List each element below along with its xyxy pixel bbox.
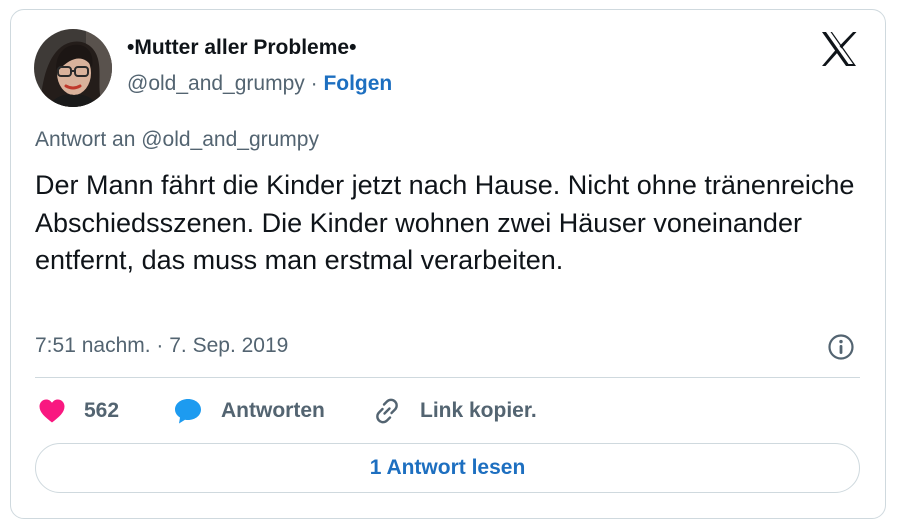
x-logo-icon[interactable] [820,30,858,68]
info-icon[interactable] [827,333,855,361]
tweet-timestamp[interactable]: 7:51 nachm. · 7. Sep. 2019 [35,334,288,358]
handle-separator: · [304,72,324,95]
divider [35,377,860,378]
author-display-name[interactable]: •Mutter aller Probleme• [127,36,356,60]
reply-context[interactable]: Antwort an @old_and_grumpy [35,128,319,152]
tweet-text: Der Mann fährt die Kinder jetzt nach Hau… [35,170,855,275]
reply-button[interactable]: Antworten [173,396,325,426]
copy-link-label: Link kopier. [420,399,537,422]
follow-button[interactable]: Folgen [323,72,392,95]
author-handle[interactable]: @old_and_grumpy [127,72,305,95]
like-button[interactable]: 562 [38,396,119,426]
link-icon [376,398,398,424]
avatar[interactable] [34,29,112,107]
read-replies-button[interactable]: 1 Antwort lesen [35,443,860,493]
speech-bubble-icon [175,399,201,424]
tweet-embed-card: •Mutter aller Probleme• @old_and_grumpy … [10,9,886,519]
heart-icon [39,399,65,423]
author-handle-row: @old_and_grumpy · Folgen [127,72,392,96]
like-count: 562 [84,399,120,422]
reply-label: Antworten [221,399,325,422]
avatar-image [34,29,112,107]
copy-link-button[interactable]: Link kopier. [372,396,537,426]
